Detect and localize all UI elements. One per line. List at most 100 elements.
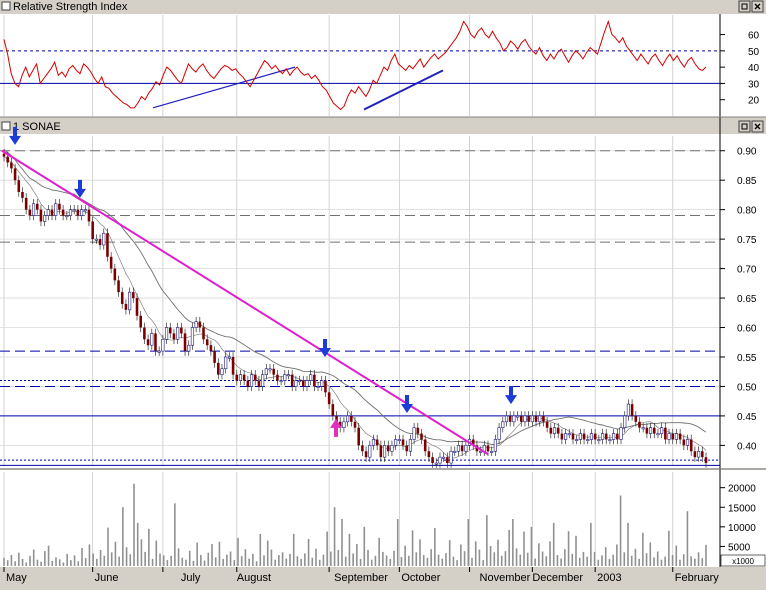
candle-body-down <box>132 292 135 299</box>
candle-body-down <box>235 374 239 381</box>
candle-body-down <box>638 421 641 428</box>
price-tick-label: 0.50 <box>737 382 757 393</box>
volume-bar <box>311 557 314 566</box>
candle-body-down <box>416 427 420 434</box>
rsi-plot-area <box>0 14 720 117</box>
candle-body-down <box>143 327 146 340</box>
candle-body-up <box>685 439 690 446</box>
volume-bar <box>567 531 570 566</box>
candle-body-up <box>238 374 243 381</box>
volume-bar <box>292 533 295 566</box>
volume-bar <box>44 551 46 566</box>
candle-body-down <box>519 415 523 422</box>
volume-bar <box>519 554 522 566</box>
candle-body-down <box>172 333 176 340</box>
candle-body-down <box>180 327 183 334</box>
price-tick-label: 0.90 <box>737 147 757 158</box>
candle-body-up <box>94 238 98 241</box>
candle-body-down <box>364 451 368 458</box>
candle-body-down <box>91 221 94 240</box>
candle-body-up <box>564 433 568 440</box>
month-label: July <box>181 572 201 584</box>
candle-body-up <box>220 368 224 375</box>
volume-tick-label: 15000 <box>728 503 756 514</box>
candle-body-up <box>394 439 398 446</box>
candle-body-up <box>164 327 169 340</box>
volume-bar <box>77 561 80 566</box>
candle-body-down <box>664 427 667 440</box>
volume-bar <box>47 545 50 566</box>
volume-bar <box>526 552 529 566</box>
candle-body-down <box>527 415 530 422</box>
candle-body-up <box>493 439 497 452</box>
volume-bar <box>452 556 455 566</box>
volume-bar <box>385 555 388 566</box>
candle-body-up <box>442 456 446 459</box>
volume-bar <box>51 560 54 566</box>
volume-bar <box>25 562 28 566</box>
candle-body-down <box>549 427 553 434</box>
volume-bar <box>642 532 644 566</box>
volume-bar <box>118 556 120 566</box>
candle-body-down <box>120 292 124 304</box>
volume-bar <box>534 558 536 566</box>
volume-bar <box>415 552 418 566</box>
price-panel: 1 SONAE 0.90 0.85 0.80 0.75 0.70 0.65 0.60 0.55… <box>0 120 766 468</box>
price-tick-label: 0.70 <box>737 265 757 276</box>
price-tick-label: 0.40 <box>737 441 757 452</box>
volume-bar <box>456 560 458 566</box>
volume-bar <box>701 558 704 566</box>
volume-bar <box>36 559 39 566</box>
price-title: 1 SONAE <box>13 121 61 133</box>
candle-body-up <box>456 445 461 452</box>
candle-body-down <box>630 404 634 416</box>
price-title-bar <box>0 120 766 133</box>
candle-body-up <box>227 356 231 359</box>
candle-body-down <box>652 427 656 434</box>
volume-bar <box>296 556 299 566</box>
volume-bar <box>612 554 614 566</box>
candle-body-up <box>497 427 501 440</box>
volume-bar <box>129 554 132 566</box>
candle-body-up <box>660 427 664 434</box>
volume-bar <box>705 544 707 566</box>
volume-bar <box>70 560 72 566</box>
volume-bar <box>289 553 291 566</box>
volume-bar <box>133 483 135 566</box>
volume-bar <box>55 557 57 566</box>
candle-body-down <box>87 209 91 222</box>
candle-body-down <box>582 433 586 440</box>
candle-body-down <box>375 439 379 446</box>
volume-bar <box>185 559 187 566</box>
candle-body-up <box>371 439 376 446</box>
candle-body-up <box>453 450 457 453</box>
candle-body-down <box>242 374 246 381</box>
volume-bar <box>348 533 351 566</box>
candle-body-up <box>43 215 47 222</box>
volume-bar <box>344 556 347 566</box>
candle-body-up <box>161 339 165 352</box>
chart-window: Relative Strength Index 20 30 40 50 60 1 SON… <box>0 0 766 585</box>
rsi-panel-icon[interactable] <box>1 1 11 11</box>
rsi-maximize-button[interactable] <box>738 0 751 13</box>
candle-body-up <box>157 350 161 353</box>
volume-bar <box>437 554 440 566</box>
price-maximize-button[interactable] <box>738 120 751 133</box>
volume-bar <box>630 555 633 566</box>
volume-bar <box>604 547 607 566</box>
rsi-tick-label: 40 <box>748 63 760 74</box>
volume-bar <box>233 560 236 566</box>
candle-body-down <box>109 256 113 269</box>
volume-bar <box>140 539 143 566</box>
volume-bar <box>545 556 548 566</box>
volume-bar <box>549 541 551 566</box>
volume-bar <box>697 552 700 566</box>
price-panel-icon[interactable] <box>1 121 11 131</box>
candle-body-down <box>313 374 316 387</box>
volume-bar <box>88 544 91 566</box>
candle-body-down <box>431 457 434 464</box>
volume-bar <box>411 530 414 566</box>
candle-body-up <box>567 433 571 436</box>
month-label: 2003 <box>597 572 621 584</box>
candle-body-down <box>678 433 682 440</box>
